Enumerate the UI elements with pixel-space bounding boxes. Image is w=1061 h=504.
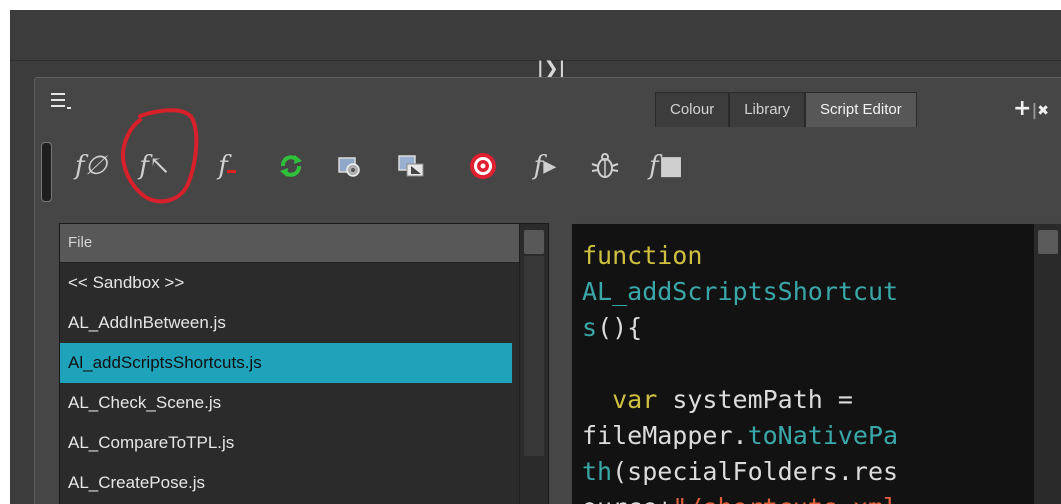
panel-splitter[interactable] bbox=[10, 60, 1061, 75]
code-token: fileMapper. bbox=[582, 421, 748, 450]
scroll-up-arrow-icon[interactable] bbox=[524, 230, 544, 254]
code-token: s bbox=[582, 313, 598, 342]
new-script-icon[interactable]: f∅ bbox=[75, 150, 107, 182]
panel-menu-icon[interactable] bbox=[51, 90, 73, 110]
code-line[interactable]: ource+"/shortcuts.xml bbox=[582, 490, 1012, 504]
harmony-window: |❯| Colour Library Script Editor +|✖ f∅ … bbox=[10, 10, 1061, 504]
tab-script-editor[interactable]: Script Editor bbox=[805, 92, 917, 127]
add-tab-button[interactable]: +|✖ bbox=[1013, 96, 1049, 121]
code-line[interactable]: th(specialFolders.res bbox=[582, 454, 1012, 490]
code-token: (){ bbox=[597, 313, 643, 342]
editor-scrollbar[interactable] bbox=[1034, 224, 1061, 504]
tab-colour[interactable]: Colour bbox=[655, 92, 730, 127]
run-configuration-icon[interactable] bbox=[395, 150, 427, 182]
code-token: "/shortcuts.xml bbox=[672, 493, 898, 504]
scroll-up-arrow-icon[interactable] bbox=[1038, 230, 1058, 254]
close-icon[interactable]: ✖ bbox=[1037, 103, 1049, 119]
collapse-toggle[interactable]: |❯| bbox=[537, 60, 565, 78]
panel-tabs: Colour Library Script Editor bbox=[655, 92, 917, 127]
list-item-selected[interactable]: Al_addScriptsShortcuts.js bbox=[60, 343, 512, 383]
script-toolbar: f∅ f↖ f f▸ f■ bbox=[35, 136, 1061, 202]
code-token: ource+ bbox=[582, 493, 672, 504]
import-script-icon[interactable]: f↖ bbox=[139, 150, 171, 182]
toolbar-drag-handle[interactable] bbox=[41, 142, 52, 202]
code-token: (specialFolders.res bbox=[612, 457, 899, 486]
code-token: var bbox=[612, 385, 658, 414]
stop-icon[interactable]: f■ bbox=[649, 150, 683, 182]
list-item[interactable]: AL_CreatePose.js bbox=[60, 463, 548, 503]
refresh-icon[interactable] bbox=[275, 150, 307, 182]
code-line[interactable]: AL_addScriptsShortcut bbox=[582, 274, 1012, 310]
code-token: AL_addScriptsShortcut bbox=[582, 277, 899, 306]
plus-icon: + bbox=[1013, 96, 1032, 121]
code-line[interactable]: var systemPath = bbox=[582, 382, 1012, 418]
code-text[interactable]: function AL_addScriptsShortcut s(){ var sy… bbox=[582, 238, 1012, 504]
code-editor[interactable]: function AL_addScriptsShortcut s(){ var sy… bbox=[571, 223, 1061, 504]
run-icon[interactable]: f▸ bbox=[529, 150, 561, 182]
list-item[interactable]: AL_Check_Scene.js bbox=[60, 383, 548, 423]
code-line[interactable]: fileMapper.toNativePa bbox=[582, 418, 1012, 454]
code-line[interactable]: function bbox=[582, 238, 1012, 274]
delete-script-icon[interactable]: f bbox=[207, 150, 239, 182]
list-item[interactable]: AL_AddInBetween.js bbox=[60, 303, 548, 343]
script-file-list: File << Sandbox >> AL_AddInBetween.js Al… bbox=[59, 223, 549, 504]
debug-icon[interactable] bbox=[589, 150, 621, 182]
code-token: function bbox=[582, 241, 703, 270]
code-token: th bbox=[582, 457, 613, 486]
code-line[interactable]: s(){ bbox=[582, 310, 1012, 346]
script-editor-panel: Colour Library Script Editor +|✖ f∅ f↖ f… bbox=[34, 77, 1061, 504]
file-column-header[interactable]: File bbox=[60, 224, 548, 263]
code-token: systemPath = bbox=[657, 385, 853, 414]
target-icon[interactable] bbox=[467, 150, 499, 182]
scrollbar-thumb[interactable] bbox=[524, 256, 544, 456]
list-item[interactable]: << Sandbox >> bbox=[60, 263, 548, 303]
file-list-scrollbar[interactable] bbox=[519, 224, 548, 504]
list-item[interactable]: AL_CompareToTPL.js bbox=[60, 423, 548, 463]
code-line[interactable] bbox=[582, 346, 1012, 382]
tab-library[interactable]: Library bbox=[729, 92, 806, 127]
set-target-icon[interactable] bbox=[335, 150, 367, 182]
code-token: toNativePa bbox=[747, 421, 899, 450]
